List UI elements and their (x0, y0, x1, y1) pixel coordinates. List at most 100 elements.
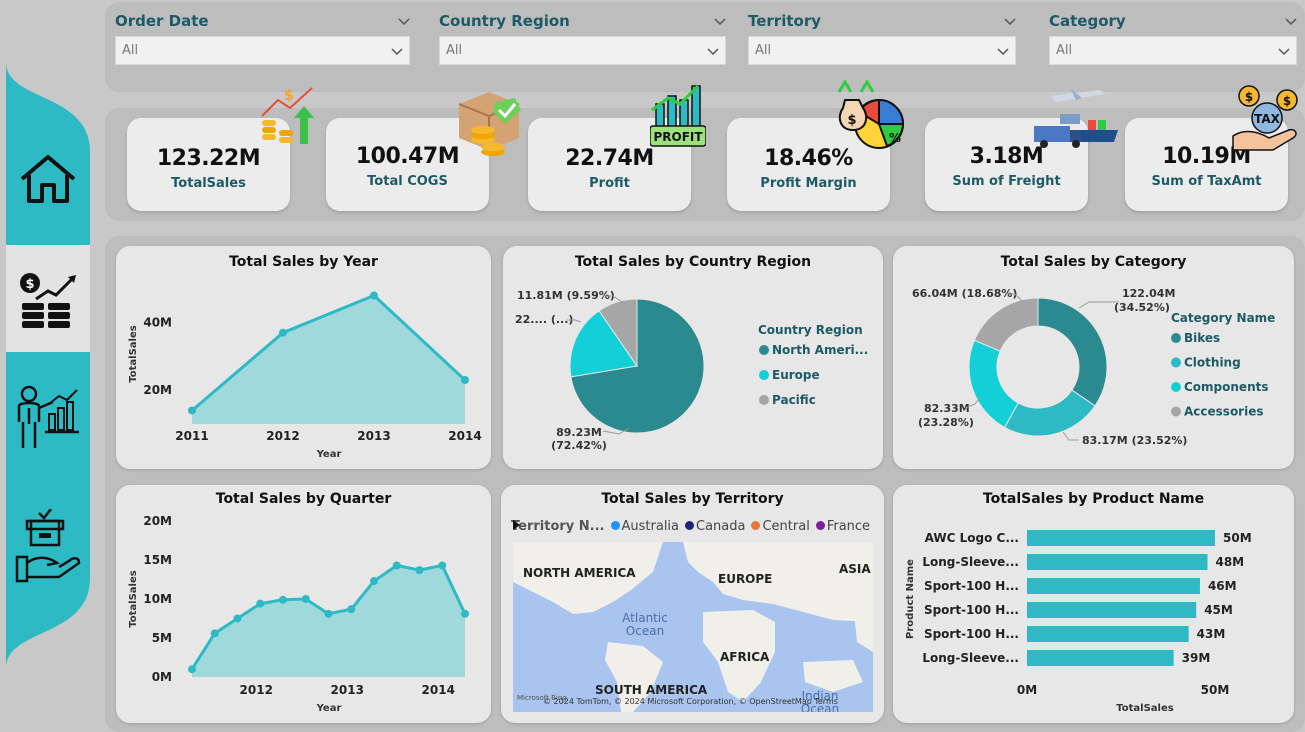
y-tick-label: Long-Sleeve... (922, 555, 1019, 569)
nav-home-button[interactable] (6, 134, 90, 224)
slicer-order-date: Order Date All (115, 12, 410, 65)
order-date-dropdown[interactable]: All (115, 36, 410, 65)
nav-sales-button[interactable]: $ (6, 254, 90, 344)
legend-item-australia[interactable]: Australia (610, 519, 680, 534)
y-tick-label: 20M (143, 383, 172, 397)
bar (1027, 602, 1197, 618)
legend-label: Accessories (1184, 405, 1264, 419)
sales-by-year-chart: 20M 40M 2011 2012 2013 2014 Year TotalSales (128, 291, 482, 460)
legend-dot (1171, 333, 1181, 343)
x-tick-label: 2012 (266, 429, 299, 443)
y-tick-label: 20M (143, 514, 172, 528)
x-tick-label: 0M (1017, 683, 1037, 697)
legend-title: Category Name (1171, 311, 1275, 325)
nav-analysis-button[interactable] (6, 372, 90, 462)
map-legend: Territory N... Australia Canada Central … (511, 519, 870, 534)
legend-label: France (826, 519, 871, 534)
bar (1027, 554, 1208, 570)
kpi-label: Total COGS (367, 174, 448, 189)
chevron-down-icon[interactable] (1285, 15, 1297, 27)
country-region-dropdown[interactable]: All (439, 36, 726, 65)
sales-by-product-chart: AWC Logo C... 50M Long-Sleeve... 48M Sport-1… (905, 530, 1252, 714)
slicer-territory: Territory All (748, 12, 1016, 65)
legend-item-france[interactable]: France (815, 519, 871, 534)
map-label-south-america: SOUTH AMERICA (595, 683, 708, 697)
x-tick-label: 2014 (448, 429, 481, 443)
data-label: 45M (1204, 603, 1233, 617)
data-point (301, 595, 310, 603)
slicer-title: Territory (748, 12, 822, 30)
card-sales-by-territory[interactable]: Total Sales by Territory Territory N... … (501, 485, 884, 723)
data-point (279, 328, 287, 337)
kpi-value: 123.22M (156, 146, 261, 171)
data-point (256, 599, 265, 608)
legend-dot (1171, 357, 1181, 368)
chevron-down-icon (997, 47, 1009, 55)
card-sales-by-product[interactable]: TotalSales by Product Name AWC Logo C...… (893, 485, 1294, 723)
bar (1027, 650, 1174, 666)
territory-dropdown[interactable]: All (748, 36, 1016, 65)
dropdown-value: All (122, 43, 139, 58)
data-point (188, 665, 196, 674)
legend-item-central[interactable]: Central (751, 519, 810, 534)
product-hand-icon (15, 509, 81, 583)
percent-icon-text: % (889, 131, 901, 145)
x-axis-title: TotalSales (1116, 703, 1173, 714)
bar (1027, 530, 1215, 546)
donut-slice (1037, 297, 1108, 407)
chevron-down-icon[interactable] (398, 15, 410, 27)
card-sales-by-year[interactable]: Total Sales by Year 20M 40M 2011 2012 2013 20… (116, 246, 491, 469)
sidebar-nav: $ (6, 62, 90, 668)
chevron-down-icon[interactable] (1004, 15, 1016, 27)
data-point (324, 609, 333, 618)
chevron-down-icon (1278, 47, 1290, 55)
finance-growth-icon: $ (20, 273, 76, 328)
y-tick-label: 5M (152, 631, 172, 645)
card-sales-by-category[interactable]: Total Sales by Category 122.04M (34.52%) 8… (893, 246, 1294, 469)
slicer-title: Order Date (115, 12, 209, 30)
map-label-africa: AFRICA (720, 650, 770, 664)
legend-label: North Ameri... (772, 343, 868, 357)
data-point (461, 609, 469, 618)
category-dropdown[interactable]: All (1049, 36, 1297, 65)
nav-products-button[interactable] (6, 502, 90, 592)
legend-dot (610, 521, 620, 530)
map-label-north-america: NORTH AMERICA (523, 566, 636, 580)
kpi-label: Sum of Freight (952, 174, 1061, 189)
legend-label: Europe (772, 368, 820, 382)
card-sales-by-country[interactable]: Total Sales by Country Region 89.23M (72.… (503, 246, 883, 469)
legend-dot (1171, 406, 1181, 417)
kpi-label: Profit Margin (760, 176, 857, 191)
map-label-atlantic: Atlantic Ocean (622, 611, 668, 638)
chevron-down-icon[interactable] (714, 15, 726, 27)
data-point (438, 561, 447, 570)
y-tick-label: 40M (143, 316, 172, 330)
legend-label: Bikes (1184, 331, 1220, 345)
svg-text:$: $ (1283, 94, 1291, 108)
x-tick-label: 2014 (422, 683, 455, 697)
tax-icon-text: TAX (1254, 112, 1281, 126)
home-icon (20, 155, 76, 203)
sales-by-category-chart: 122.04M(34.52%) 83.17M (23.52%) 82.33M(23.… (912, 287, 1275, 447)
leader-line (1062, 431, 1079, 441)
map-attribution: © 2024 TomTom, © 2024 Microsoft Corporat… (543, 697, 838, 706)
legend-next-arrow-icon[interactable] (511, 519, 521, 531)
territory-map[interactable]: NORTH AMERICA EUROPE ASIA AFRICA SOUTH A… (513, 542, 873, 712)
legend-item-canada[interactable]: Canada (685, 519, 745, 534)
data-label: 43M (1197, 627, 1226, 641)
presentation-icon (17, 385, 79, 448)
x-axis-title: Year (316, 449, 342, 460)
x-tick-label: 2013 (331, 683, 364, 697)
svg-text:$: $ (847, 113, 856, 128)
x-tick-label: 2011 (175, 429, 208, 443)
legend-label: Components (1184, 380, 1269, 394)
legend-dot (751, 521, 761, 530)
sales-by-quarter-chart: 0M 5M 10M 15M 20M 2012 2013 2014 Year TotalSales (128, 514, 469, 714)
card-sales-by-quarter[interactable]: Total Sales by Quarter 0M 5M 10M 15M 20M 2012… (116, 485, 491, 723)
data-point (233, 614, 242, 623)
data-label: 82.33M (924, 402, 970, 415)
coins-growth-icon: $ (261, 87, 314, 144)
legend-label: Australia (621, 519, 680, 534)
data-label: 22.... (...) (515, 313, 573, 326)
bar (1027, 578, 1200, 594)
